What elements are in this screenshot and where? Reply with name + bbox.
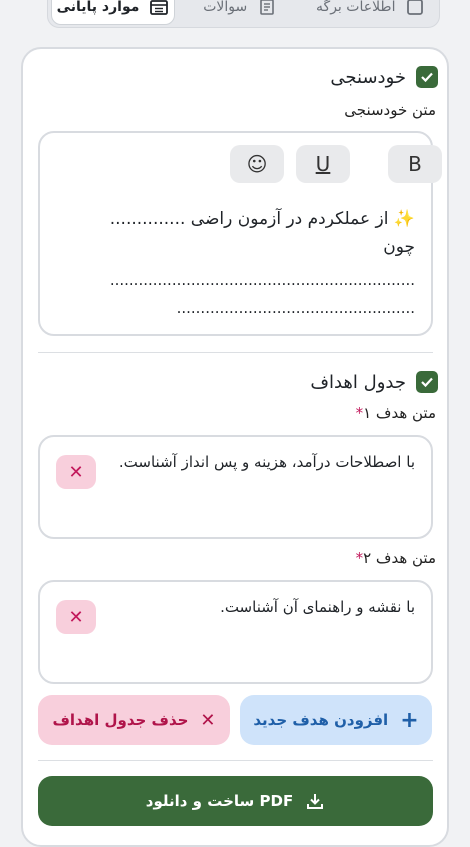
close-icon: ✕ xyxy=(68,461,84,483)
calendar-icon xyxy=(150,0,169,15)
tab-label: سوالات xyxy=(203,0,248,15)
tab-sheet-info[interactable]: اطلاعات برگه xyxy=(306,0,437,25)
goal2-input[interactable]: با نقشه و راهنمای آن آشناست. ✕ xyxy=(38,580,433,684)
goals-title: جدول اهداف xyxy=(310,371,406,393)
download-icon xyxy=(307,794,324,809)
delete-goals-table-button[interactable]: ✕ حذف جدول اهداف xyxy=(38,695,230,745)
divider xyxy=(38,352,433,353)
build-pdf-label: ساخت و دانلود PDF xyxy=(145,792,294,810)
emoji-button[interactable]: ☺ xyxy=(230,145,284,183)
remove-goal1-button[interactable]: ✕ xyxy=(56,455,96,489)
self-assessment-text-line: ........................................… xyxy=(109,271,415,289)
goal2-text: با نقشه و راهنمای آن آشناست. xyxy=(220,598,415,616)
bold-button[interactable]: B xyxy=(388,145,442,183)
divider xyxy=(38,760,433,761)
smile-icon: ☺ xyxy=(246,152,268,176)
check-icon xyxy=(421,377,433,388)
delete-goals-label: حذف جدول اهداف xyxy=(52,711,189,729)
plus-icon: + xyxy=(400,707,419,733)
tab-label: اطلاعات برگه xyxy=(316,0,396,15)
build-pdf-button[interactable]: ساخت و دانلود PDF xyxy=(38,776,433,826)
checkbox-checked[interactable] xyxy=(416,66,438,88)
underline-button[interactable]: U xyxy=(296,145,350,183)
tab-label: موارد پایانی xyxy=(56,0,140,15)
close-icon: ✕ xyxy=(200,709,216,731)
self-assessment-label: متن خودسنجی xyxy=(344,101,436,119)
goals-table-toggle[interactable]: جدول اهداف xyxy=(310,371,438,393)
goal1-input[interactable]: با اصطلاحات درآمد، هزینه و پس انداز آشنا… xyxy=(38,435,433,539)
add-goal-button[interactable]: + افزودن هدف جدید xyxy=(240,695,432,745)
self-assessment-editor[interactable]: B U ☺ ✨ از عملکردم در آزمون راضی .......… xyxy=(38,131,442,336)
self-assessment-text-line: ........................................… xyxy=(176,299,415,317)
list-icon xyxy=(260,0,275,15)
self-assessment-title: خودسنجی xyxy=(330,66,406,88)
required-mark: * xyxy=(355,549,364,567)
self-assessment-text-line: ✨ از عملکردم در آزمون راضی .............… xyxy=(109,209,415,229)
square-icon xyxy=(407,0,424,15)
goal1-label: متن هدف ۱* xyxy=(355,404,436,422)
tab-bar: اطلاعات برگه سوالات موارد پایانی xyxy=(47,0,440,28)
add-goal-label: افزودن هدف جدید xyxy=(253,711,389,729)
goal2-label: متن هدف ۲* xyxy=(355,549,436,567)
tab-final-items[interactable]: موارد پایانی xyxy=(51,0,175,25)
tab-questions[interactable]: سوالات xyxy=(175,0,306,25)
remove-goal2-button[interactable]: ✕ xyxy=(56,600,96,634)
required-mark: * xyxy=(355,404,364,422)
checkbox-checked[interactable] xyxy=(416,371,438,393)
self-assessment-text-line: چون xyxy=(383,237,415,257)
self-assessment-toggle[interactable]: خودسنجی xyxy=(330,66,438,88)
close-icon: ✕ xyxy=(68,606,84,628)
goal1-text: با اصطلاحات درآمد، هزینه و پس انداز آشنا… xyxy=(118,453,415,471)
check-icon xyxy=(421,72,433,83)
